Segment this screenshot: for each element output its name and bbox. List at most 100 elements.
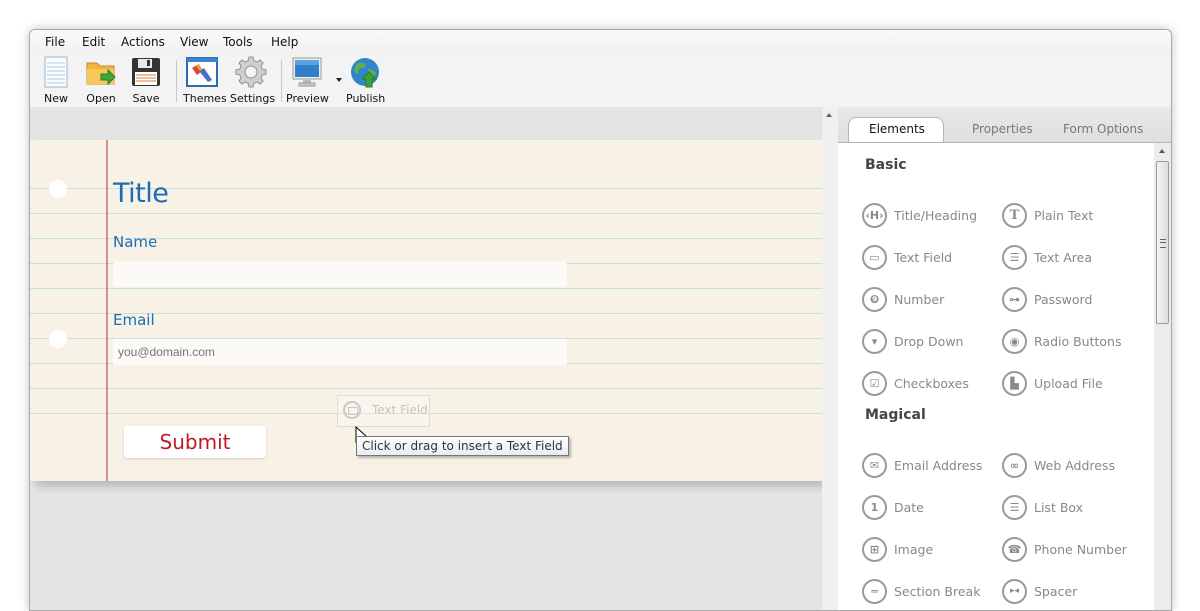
element-label: Upload File xyxy=(1034,376,1103,391)
element-label: Section Break xyxy=(894,584,981,599)
element-label: Plain Text xyxy=(1034,208,1094,223)
name-label[interactable]: Name xyxy=(113,233,157,251)
calendar-icon: 1 xyxy=(862,495,887,520)
preview-label: Preview xyxy=(286,92,329,105)
dropdown-icon: ▾ xyxy=(862,329,887,354)
upload-file-icon: ▙ xyxy=(1002,371,1027,396)
envelope-icon: ✉ xyxy=(862,453,887,478)
scroll-up-arrow-icon[interactable] xyxy=(826,113,832,117)
canvas-scrollbar[interactable] xyxy=(822,107,838,610)
new-button[interactable]: New xyxy=(40,56,72,105)
settings-button[interactable]: Settings xyxy=(230,56,276,105)
list-box-icon: ☰ xyxy=(1002,495,1027,520)
element-label: Radio Buttons xyxy=(1034,334,1122,349)
margin-line xyxy=(106,140,108,481)
element-label: Web Address xyxy=(1034,458,1116,473)
preview-dropdown-arrow[interactable] xyxy=(336,78,342,82)
ruled-line xyxy=(30,288,822,289)
email-label[interactable]: Email xyxy=(113,311,155,329)
element-label: Image xyxy=(894,542,934,557)
element-label: Checkboxes xyxy=(894,376,969,391)
themes-label: Themes xyxy=(183,92,227,105)
globe-publish-icon xyxy=(351,58,379,88)
menu-bar: File Edit Actions View Tools Help xyxy=(30,30,1171,54)
settings-label: Settings xyxy=(230,92,276,105)
floppy-disk-icon xyxy=(132,58,160,86)
element-label: Drop Down xyxy=(894,334,964,349)
form-title[interactable]: Title xyxy=(113,178,169,209)
submit-button[interactable]: Submit xyxy=(124,426,266,458)
phone-icon: ☎ xyxy=(1002,537,1027,562)
heading-icon: ‹H› xyxy=(862,203,887,228)
spacer-icon: ▸◂ xyxy=(1002,579,1027,604)
element-label: Number xyxy=(894,292,945,307)
menu-help[interactable]: Help xyxy=(271,35,298,49)
checkbox-icon: ☑ xyxy=(862,371,887,396)
section-break-icon: ═ xyxy=(862,579,887,604)
grip-icon xyxy=(1160,239,1166,248)
scroll-up-arrow-icon[interactable] xyxy=(1159,149,1165,153)
publish-label: Publish xyxy=(346,92,386,105)
toolbar-separator xyxy=(281,60,282,102)
new-label: New xyxy=(44,92,68,105)
menu-file[interactable]: File xyxy=(45,35,65,49)
form-canvas: Title Name Email Submit Text Field Click… xyxy=(30,107,822,610)
image-icon: ⊞ xyxy=(862,537,887,562)
key-icon: ⊶ xyxy=(1002,287,1027,312)
link-icon: ∞ xyxy=(1002,453,1027,478)
save-label: Save xyxy=(132,92,160,105)
binder-hole xyxy=(49,180,67,198)
elements-scrollbar[interactable] xyxy=(1154,143,1171,610)
tab-properties[interactable]: Properties xyxy=(972,122,1033,136)
element-label: Text Field xyxy=(894,250,953,265)
app-window: File Edit Actions View Tools Help New Op… xyxy=(29,29,1172,611)
text-field-icon xyxy=(343,401,361,419)
name-input[interactable] xyxy=(113,261,567,287)
ruled-line xyxy=(30,388,822,389)
element-label: Date xyxy=(894,500,924,515)
publish-button[interactable]: Publish xyxy=(346,56,386,105)
panel-tabs: Elements Properties Form Options xyxy=(838,107,1171,144)
scroll-thumb[interactable] xyxy=(1156,161,1169,324)
form-paper: Title Name Email Submit Text Field Click… xyxy=(30,140,822,481)
tab-elements[interactable]: Elements xyxy=(869,122,925,136)
plain-text-icon: T xyxy=(1002,203,1027,228)
binder-hole xyxy=(49,330,67,348)
dragged-text-field[interactable]: Text Field xyxy=(337,395,430,427)
menu-view[interactable]: View xyxy=(180,35,208,49)
email-input[interactable] xyxy=(113,339,567,365)
menu-tools[interactable]: Tools xyxy=(223,35,253,49)
gear-icon xyxy=(235,56,267,88)
toolbar: New Open Save Themes Settings Preview Pu… xyxy=(30,54,1171,106)
element-label: Phone Number xyxy=(1034,542,1127,557)
menu-edit[interactable]: Edit xyxy=(82,35,105,49)
open-label: Open xyxy=(86,92,116,105)
themes-icon xyxy=(186,57,218,87)
element-label: Title/Heading xyxy=(894,208,978,223)
tab-form-options[interactable]: Form Options xyxy=(1063,122,1143,136)
folder-open-icon xyxy=(86,62,116,86)
element-label: Text Area xyxy=(1034,250,1093,265)
element-label: Email Address xyxy=(894,458,983,473)
element-label: Password xyxy=(1034,292,1093,307)
menu-actions[interactable]: Actions xyxy=(121,35,165,49)
text-area-icon: ☰ xyxy=(1002,245,1027,270)
number-icon: ❾ xyxy=(862,287,887,312)
section-magical-heading: Magical xyxy=(865,407,926,423)
elements-list: Basic ‹H› Title/Heading T Plain Text ▭ T… xyxy=(838,143,1154,610)
text-field-icon: ▭ xyxy=(862,245,887,270)
dragged-label: Text Field xyxy=(372,403,428,417)
toolbar-separator xyxy=(176,60,177,102)
section-basic-heading: Basic xyxy=(865,157,907,173)
themes-button[interactable]: Themes xyxy=(183,56,227,105)
new-document-icon xyxy=(44,56,68,88)
element-label: Spacer xyxy=(1034,584,1078,599)
radio-icon: ◉ xyxy=(1002,329,1027,354)
save-button[interactable]: Save xyxy=(130,56,162,105)
element-label: List Box xyxy=(1034,500,1084,515)
ruled-line xyxy=(30,213,822,214)
monitor-icon xyxy=(292,57,322,87)
open-button[interactable]: Open xyxy=(84,56,118,105)
tooltip: Click or drag to insert a Text Field xyxy=(356,436,569,456)
preview-button[interactable]: Preview xyxy=(286,56,329,105)
